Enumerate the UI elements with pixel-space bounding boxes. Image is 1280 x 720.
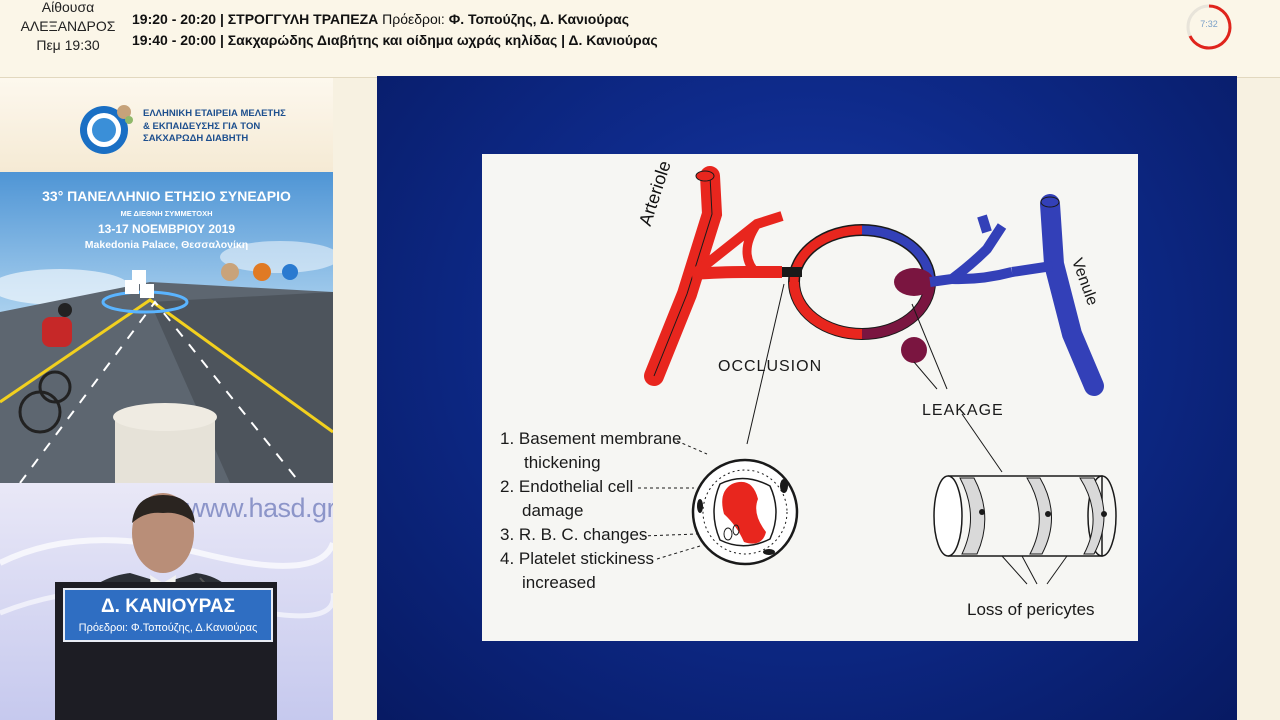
finding-1-number: 1. xyxy=(500,429,515,448)
finding-2-number: 2. xyxy=(500,477,515,496)
nameplate-panel: Δ. ΚΑΝΙΟΥΡΑΣ Πρόεδροι: Φ.Τοπούζης, Δ.Καν… xyxy=(63,588,273,642)
session-2-title: Σακχαρώδης Διαβήτης και οίδημα ωχράς κηλ… xyxy=(227,32,658,48)
finding-2: 2. Endothelial cell xyxy=(500,475,681,499)
finding-1-text-b: thickening xyxy=(524,453,601,472)
session-1-title: ΣΤΡΟΓΓΥΛΗ ΤΡΑΠΕΖΑ xyxy=(227,11,379,27)
speaker-nameplate: Δ. ΚΑΝΙΟΥΡΑΣ Πρόεδροι: Φ.Τοπούζης, Δ.Καν… xyxy=(55,582,277,720)
room-name: ΑΛΕΞΑΝΔΡΟΣ xyxy=(20,18,116,34)
session-list: 19:20 - 20:20 | ΣΤΡΟΓΓΥΛΗ ΤΡΑΠΕΖΑ Πρόεδρ… xyxy=(132,9,658,51)
occlusion-label: OCCLUSION xyxy=(718,358,823,375)
society-name-line1: ΕΛΛΗΝΙΚΗ ΕΤΑΙΡΕΙΑ ΜΕΛΕΤΗΣ xyxy=(143,108,286,119)
finding-3: 3. R. B. C. changes xyxy=(500,523,681,547)
finding-4-text-b: increased xyxy=(522,573,596,592)
finding-2-text-b: damage xyxy=(522,501,584,520)
society-name-line2: & ΕΚΠΑΙΔΕΥΣΗΣ ΓΙΑ ΤΟΝ xyxy=(143,120,261,132)
society-logo-icon xyxy=(80,105,133,154)
congress-poster: 33° ΠΑΝΕΛΛΗΝΙΟ ΕΤΗΣΙΟ ΣΥΝΕΔΡΙΟ ΜΕ ΔΙΕΘΝΗ… xyxy=(0,172,333,483)
room-time: Πεμ 19:30 xyxy=(36,37,100,53)
room-label: Αίθουσα xyxy=(41,0,95,15)
room-info: Αίθουσα ΑΛΕΞΑΝΔΡΟΣ Πεμ 19:30 xyxy=(18,0,118,55)
session-row-1: 19:20 - 20:20 | ΣΤΡΟΓΓΥΛΗ ΤΡΑΠΕΖΑ Πρόεδρ… xyxy=(132,9,658,30)
finding-4-text-a: Platelet stickiness xyxy=(518,549,655,568)
society-name: ΕΛΛΗΝΙΚΗ ΕΤΑΙΡΕΙΑ ΜΕΛΕΤΗΣ & ΕΚΠΑΙΔΕΥΣΗΣ … xyxy=(143,108,286,146)
speaker-role: Πρόεδροι: Φ.Τοπούζης, Δ.Κανιούρας xyxy=(78,622,258,634)
pericytes-label: Loss of pericytes xyxy=(967,600,1095,619)
schedule-bar: Αίθουσα ΑΛΕΞΑΝΔΡΟΣ Πεμ 19:30 19:20 - 20:… xyxy=(0,0,1280,78)
session-2-time: 19:40 - 20:00 | xyxy=(132,32,224,48)
leakage-label: LEAKAGE xyxy=(922,402,1004,419)
countdown-timer-text: 7:32 xyxy=(1200,19,1218,29)
session-1-time: 19:20 - 20:20 | xyxy=(132,11,224,27)
microvasculature-figure: Arteriole Venule OCCLUSION LEAKAGE 1. Ba… xyxy=(482,154,1138,641)
finding-3-number: 3. xyxy=(500,525,515,544)
finding-4: 4. Platelet stickiness xyxy=(500,547,681,571)
finding-3-text: R. B. C. changes xyxy=(518,525,648,544)
finding-4-number: 4. xyxy=(500,549,515,568)
session-1-chairs: Φ. Τοπούζης, Δ. Κανιούρας xyxy=(448,11,630,27)
findings-list: 1. Basement membrane thickening 2. Endot… xyxy=(500,427,681,595)
society-logo-box: ΕΛΛΗΝΙΚΗ ΕΤΑΙΡΕΙΑ ΜΕΛΕΤΗΣ & ΕΚΠΑΙΔΕΥΣΗΣ … xyxy=(0,78,333,172)
session-1-chairs-label: Πρόεδροι: xyxy=(382,11,445,27)
speaker-name: Δ. ΚΑΝΙΟΥΡΑΣ xyxy=(101,596,235,617)
poster-artwork xyxy=(0,241,333,483)
finding-1: 1. Basement membrane xyxy=(500,427,681,451)
session-row-2: 19:40 - 20:00 | Σακχαρώδης Διαβήτης και … xyxy=(132,30,658,51)
finding-1-text-a: Basement membrane xyxy=(518,429,682,448)
society-name-line3: ΣΑΚΧΑΡΩΔΗ ΔΙΑΒΗΤΗ xyxy=(143,133,249,144)
presentation-slide: Arteriole Venule OCCLUSION LEAKAGE 1. Ba… xyxy=(377,76,1237,720)
finding-2-text-a: Endothelial cell xyxy=(518,477,634,496)
